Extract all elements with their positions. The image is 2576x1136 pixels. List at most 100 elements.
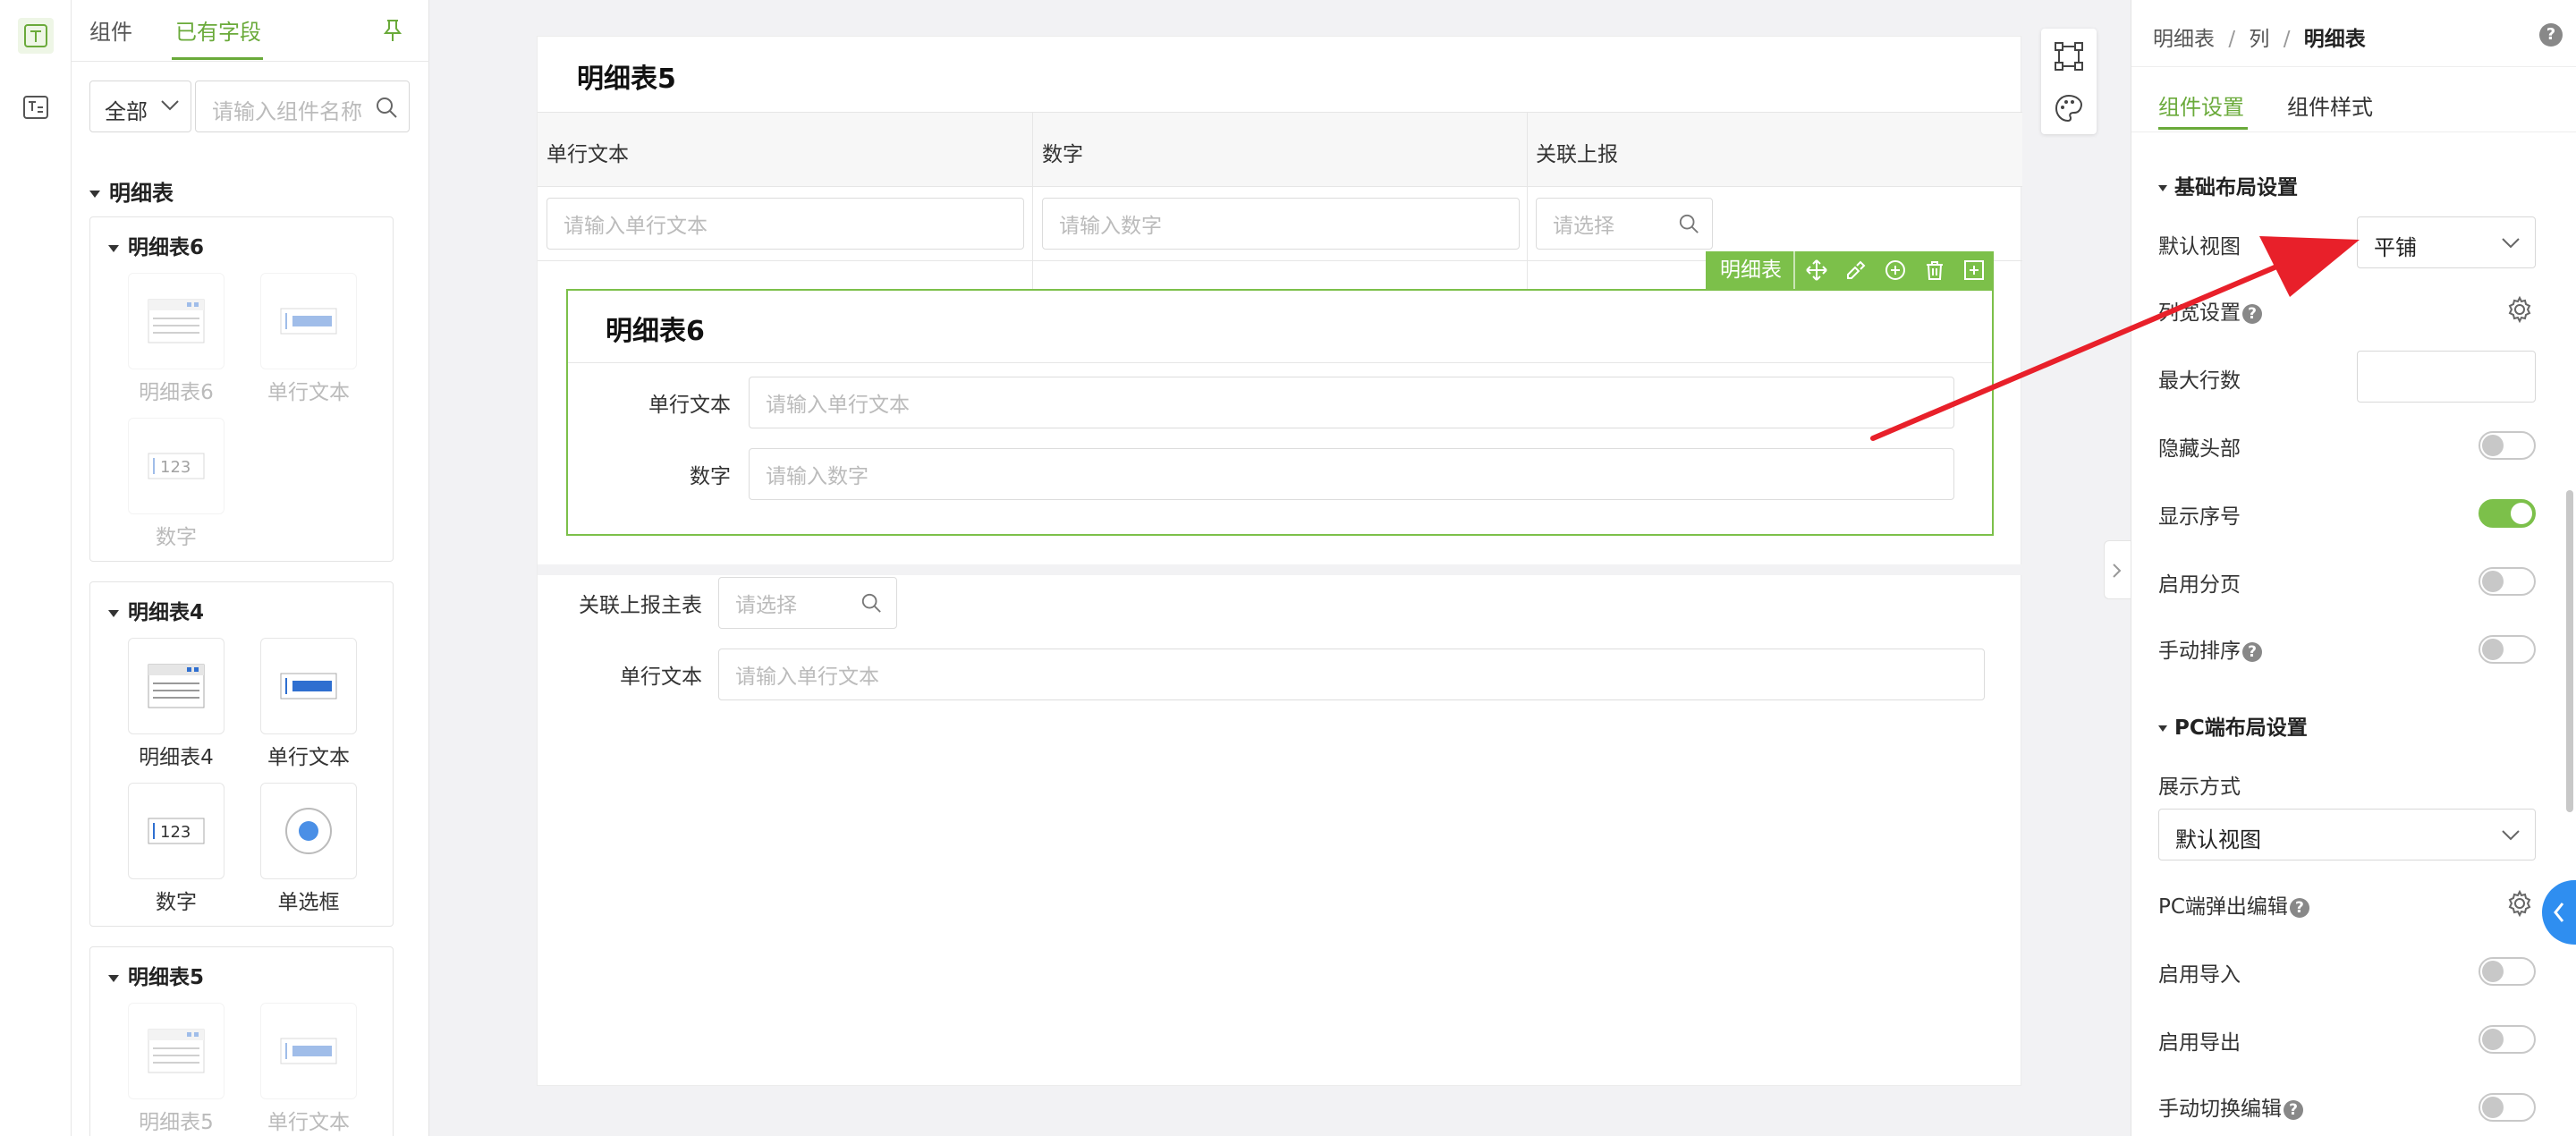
main-report-select[interactable]: 请选择 bbox=[718, 577, 897, 629]
group-title[interactable]: 明细表6 bbox=[108, 230, 204, 260]
help-icon[interactable]: ? bbox=[2539, 23, 2563, 47]
tile-label: 单选框 bbox=[277, 891, 340, 914]
breadcrumb-item[interactable]: 明细表 bbox=[2153, 28, 2215, 51]
toggle-label: 启用导出 bbox=[2158, 1031, 2241, 1055]
toggle-label: 手动切换编辑 bbox=[2158, 1098, 2282, 1121]
chevron-down-icon bbox=[160, 99, 180, 112]
default-view-value: 平铺 bbox=[2374, 235, 2417, 260]
field-tile-text[interactable] bbox=[260, 1003, 357, 1099]
field-tile-radio[interactable] bbox=[260, 783, 357, 879]
gear-icon[interactable] bbox=[2505, 295, 2534, 324]
section-title-text: 基础布局设置 bbox=[2174, 176, 2298, 199]
column-header[interactable]: 单行文本 bbox=[547, 137, 629, 167]
active-tab-underline bbox=[2158, 127, 2248, 130]
component-search-input[interactable]: 请输入组件名称 bbox=[195, 81, 410, 132]
text-field-icon[interactable] bbox=[18, 18, 54, 54]
search-placeholder: 请输入组件名称 bbox=[212, 99, 362, 124]
tile-label: 明细表4 bbox=[139, 746, 214, 769]
default-view-select[interactable]: 平铺 bbox=[2357, 216, 2536, 268]
tile-label: 数字 bbox=[156, 526, 197, 549]
table6-text-input[interactable]: 请输入单行文本 bbox=[749, 377, 1954, 428]
select-placeholder: 请选择 bbox=[735, 594, 797, 617]
text-input-icon bbox=[280, 308, 337, 335]
collapse-panel-handle[interactable] bbox=[2104, 540, 2131, 599]
field-group-detail4: 明细表4 明细表4 单行文本 123 数字 单选框 bbox=[89, 581, 394, 927]
scrollbar-thumb[interactable] bbox=[2566, 490, 2573, 812]
manual-sort-toggle[interactable] bbox=[2479, 635, 2536, 664]
table5-header-row bbox=[538, 113, 2022, 186]
manual-edit-row: 手动切换编辑? bbox=[2158, 1091, 2303, 1122]
help-icon[interactable]: ? bbox=[2284, 1099, 2303, 1120]
field-tile-detail5[interactable] bbox=[128, 1003, 225, 1099]
tile-label: 单行文本 bbox=[267, 381, 350, 404]
text-list-icon[interactable] bbox=[18, 89, 54, 125]
table5-number-input[interactable]: 请输入数字 bbox=[1042, 198, 1520, 250]
breadcrumb: 明细表 / 列 / 明细表 bbox=[2153, 28, 2366, 51]
table6-title: 明细表6 bbox=[606, 316, 705, 347]
section-title-detail[interactable]: 明细表 bbox=[89, 175, 174, 207]
pc-layout-section[interactable]: PC端布局设置 bbox=[2158, 710, 2308, 741]
group-title[interactable]: 明细表4 bbox=[108, 595, 204, 625]
filter-select[interactable]: 全部 bbox=[89, 81, 191, 132]
hide-header-toggle[interactable] bbox=[2479, 431, 2536, 460]
move-icon[interactable] bbox=[1797, 252, 1836, 288]
table5-report-select[interactable]: 请选择 bbox=[1536, 198, 1713, 250]
main-text-input[interactable]: 请输入单行文本 bbox=[718, 649, 1985, 700]
basic-layout-section[interactable]: 基础布局设置 bbox=[2158, 170, 2298, 200]
field-tile-number[interactable]: 123 bbox=[128, 783, 225, 879]
chevron-left-icon bbox=[2553, 902, 2565, 923]
column-header[interactable]: 关联上报 bbox=[1536, 137, 1618, 167]
group-title-text: 明细表5 bbox=[128, 966, 205, 989]
field-tile-number[interactable]: 123 bbox=[128, 418, 225, 514]
display-mode-select[interactable]: 默认视图 bbox=[2158, 809, 2536, 860]
breadcrumb-item[interactable]: 列 bbox=[2249, 28, 2269, 51]
search-icon bbox=[1678, 213, 1699, 234]
selected-component-badge[interactable]: 明细表 bbox=[1706, 251, 1796, 289]
help-icon[interactable]: ? bbox=[2242, 641, 2262, 662]
gear-icon[interactable] bbox=[2505, 889, 2534, 918]
show-index-toggle[interactable] bbox=[2479, 499, 2536, 528]
tab-existing-fields[interactable]: 已有字段 bbox=[175, 14, 261, 46]
section-title-text: PC端布局设置 bbox=[2174, 716, 2308, 740]
annotation-arrow bbox=[1870, 236, 2360, 441]
section-title-text: 明细表 bbox=[109, 181, 174, 206]
manual-edit-toggle[interactable] bbox=[2479, 1093, 2536, 1122]
pin-icon[interactable] bbox=[381, 18, 404, 43]
nested-detail-table6[interactable]: 明细表6 单行文本 请输入单行文本 数字 请输入数字 bbox=[566, 289, 1994, 536]
field-tile-text[interactable] bbox=[260, 273, 357, 369]
group-title-text: 明细表6 bbox=[128, 236, 205, 259]
tab-component-style[interactable]: 组件样式 bbox=[2287, 89, 2373, 121]
filter-select-value: 全部 bbox=[105, 99, 148, 124]
select-placeholder: 请选择 bbox=[1553, 215, 1614, 238]
table6-number-input[interactable]: 请输入数字 bbox=[749, 448, 1954, 500]
group-title-text: 明细表4 bbox=[128, 601, 205, 624]
field-group-detail6: 明细表6 明细表6 单行文本 123 数字 bbox=[89, 216, 394, 562]
component-panel: 组件 已有字段 全部 请输入组件名称 明细表 明细表6 明细表6 单行文本 12… bbox=[72, 0, 429, 1136]
tab-components[interactable]: 组件 bbox=[89, 14, 132, 46]
search-icon[interactable] bbox=[375, 96, 398, 119]
field-tile-text[interactable] bbox=[260, 638, 357, 734]
search-icon bbox=[860, 592, 882, 614]
pagination-toggle[interactable] bbox=[2479, 567, 2536, 596]
help-icon[interactable]: ? bbox=[2289, 897, 2309, 918]
group-title[interactable]: 明细表5 bbox=[108, 960, 204, 990]
max-rows-input[interactable] bbox=[2357, 351, 2536, 403]
field-tile-detail4[interactable] bbox=[128, 638, 225, 734]
palette-icon[interactable] bbox=[2054, 93, 2084, 123]
field-label: 数字 bbox=[690, 465, 731, 488]
tab-component-settings[interactable]: 组件设置 bbox=[2158, 89, 2244, 121]
column-header[interactable]: 数字 bbox=[1042, 137, 1083, 167]
field-label: 关联上报主表 bbox=[579, 594, 702, 617]
tile-label: 明细表6 bbox=[139, 381, 214, 404]
toggle-label: 启用导入 bbox=[2158, 963, 2241, 987]
enable-import-toggle[interactable] bbox=[2479, 957, 2536, 986]
breadcrumb-current: 明细表 bbox=[2303, 28, 2366, 51]
tab-divider bbox=[72, 61, 429, 62]
column-divider bbox=[1527, 113, 1528, 297]
enable-export-toggle[interactable] bbox=[2479, 1025, 2536, 1054]
section-gap bbox=[538, 564, 2022, 575]
field-label: 单行文本 bbox=[648, 394, 731, 417]
crop-frame-icon[interactable] bbox=[2054, 41, 2084, 72]
table5-text-input[interactable]: 请输入单行文本 bbox=[547, 198, 1024, 250]
field-tile-detail6[interactable] bbox=[128, 273, 225, 369]
